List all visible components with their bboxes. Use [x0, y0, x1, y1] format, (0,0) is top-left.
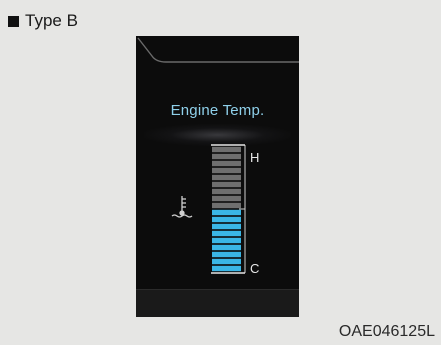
- gauge-segment-lit: [212, 216, 241, 223]
- gauge-segment-lit: [212, 209, 241, 216]
- coolant-temperature-icon: [171, 196, 193, 218]
- figure-code: OAE046125L: [338, 323, 435, 340]
- gauge-segment-unlit: [212, 195, 241, 202]
- gauge-segment-unlit: [212, 153, 241, 160]
- gauge-segment-lit: [212, 230, 241, 237]
- gauge-segment-lit: [212, 244, 241, 251]
- gauge-segment-unlit: [212, 202, 241, 209]
- gauge-segment-unlit: [212, 181, 241, 188]
- gauge-segment-lit: [212, 223, 241, 230]
- gauge-segment-lit: [212, 258, 241, 265]
- gauge-hot-label: H: [250, 150, 259, 165]
- type-label-text: Type B: [25, 11, 78, 30]
- gauge-segment-lit: [212, 251, 241, 258]
- gauge-segment-lit: [212, 265, 241, 272]
- gauge-segment-unlit: [212, 174, 241, 181]
- cluster-display: Engine Temp. H C: [136, 36, 299, 317]
- gauge-segment-unlit: [212, 146, 241, 153]
- temperature-gauge: H C: [171, 144, 259, 276]
- gauge-segment-unlit: [212, 188, 241, 195]
- gauge-segments: [212, 146, 241, 272]
- gauge-segment-unlit: [212, 167, 241, 174]
- type-label: Type B: [8, 11, 78, 31]
- gauge-segment-unlit: [212, 160, 241, 167]
- gauge-segment-lit: [212, 237, 241, 244]
- gauge-cold-label: C: [250, 261, 259, 276]
- display-bottom-bar: [136, 289, 299, 317]
- square-bullet-icon: [8, 15, 19, 27]
